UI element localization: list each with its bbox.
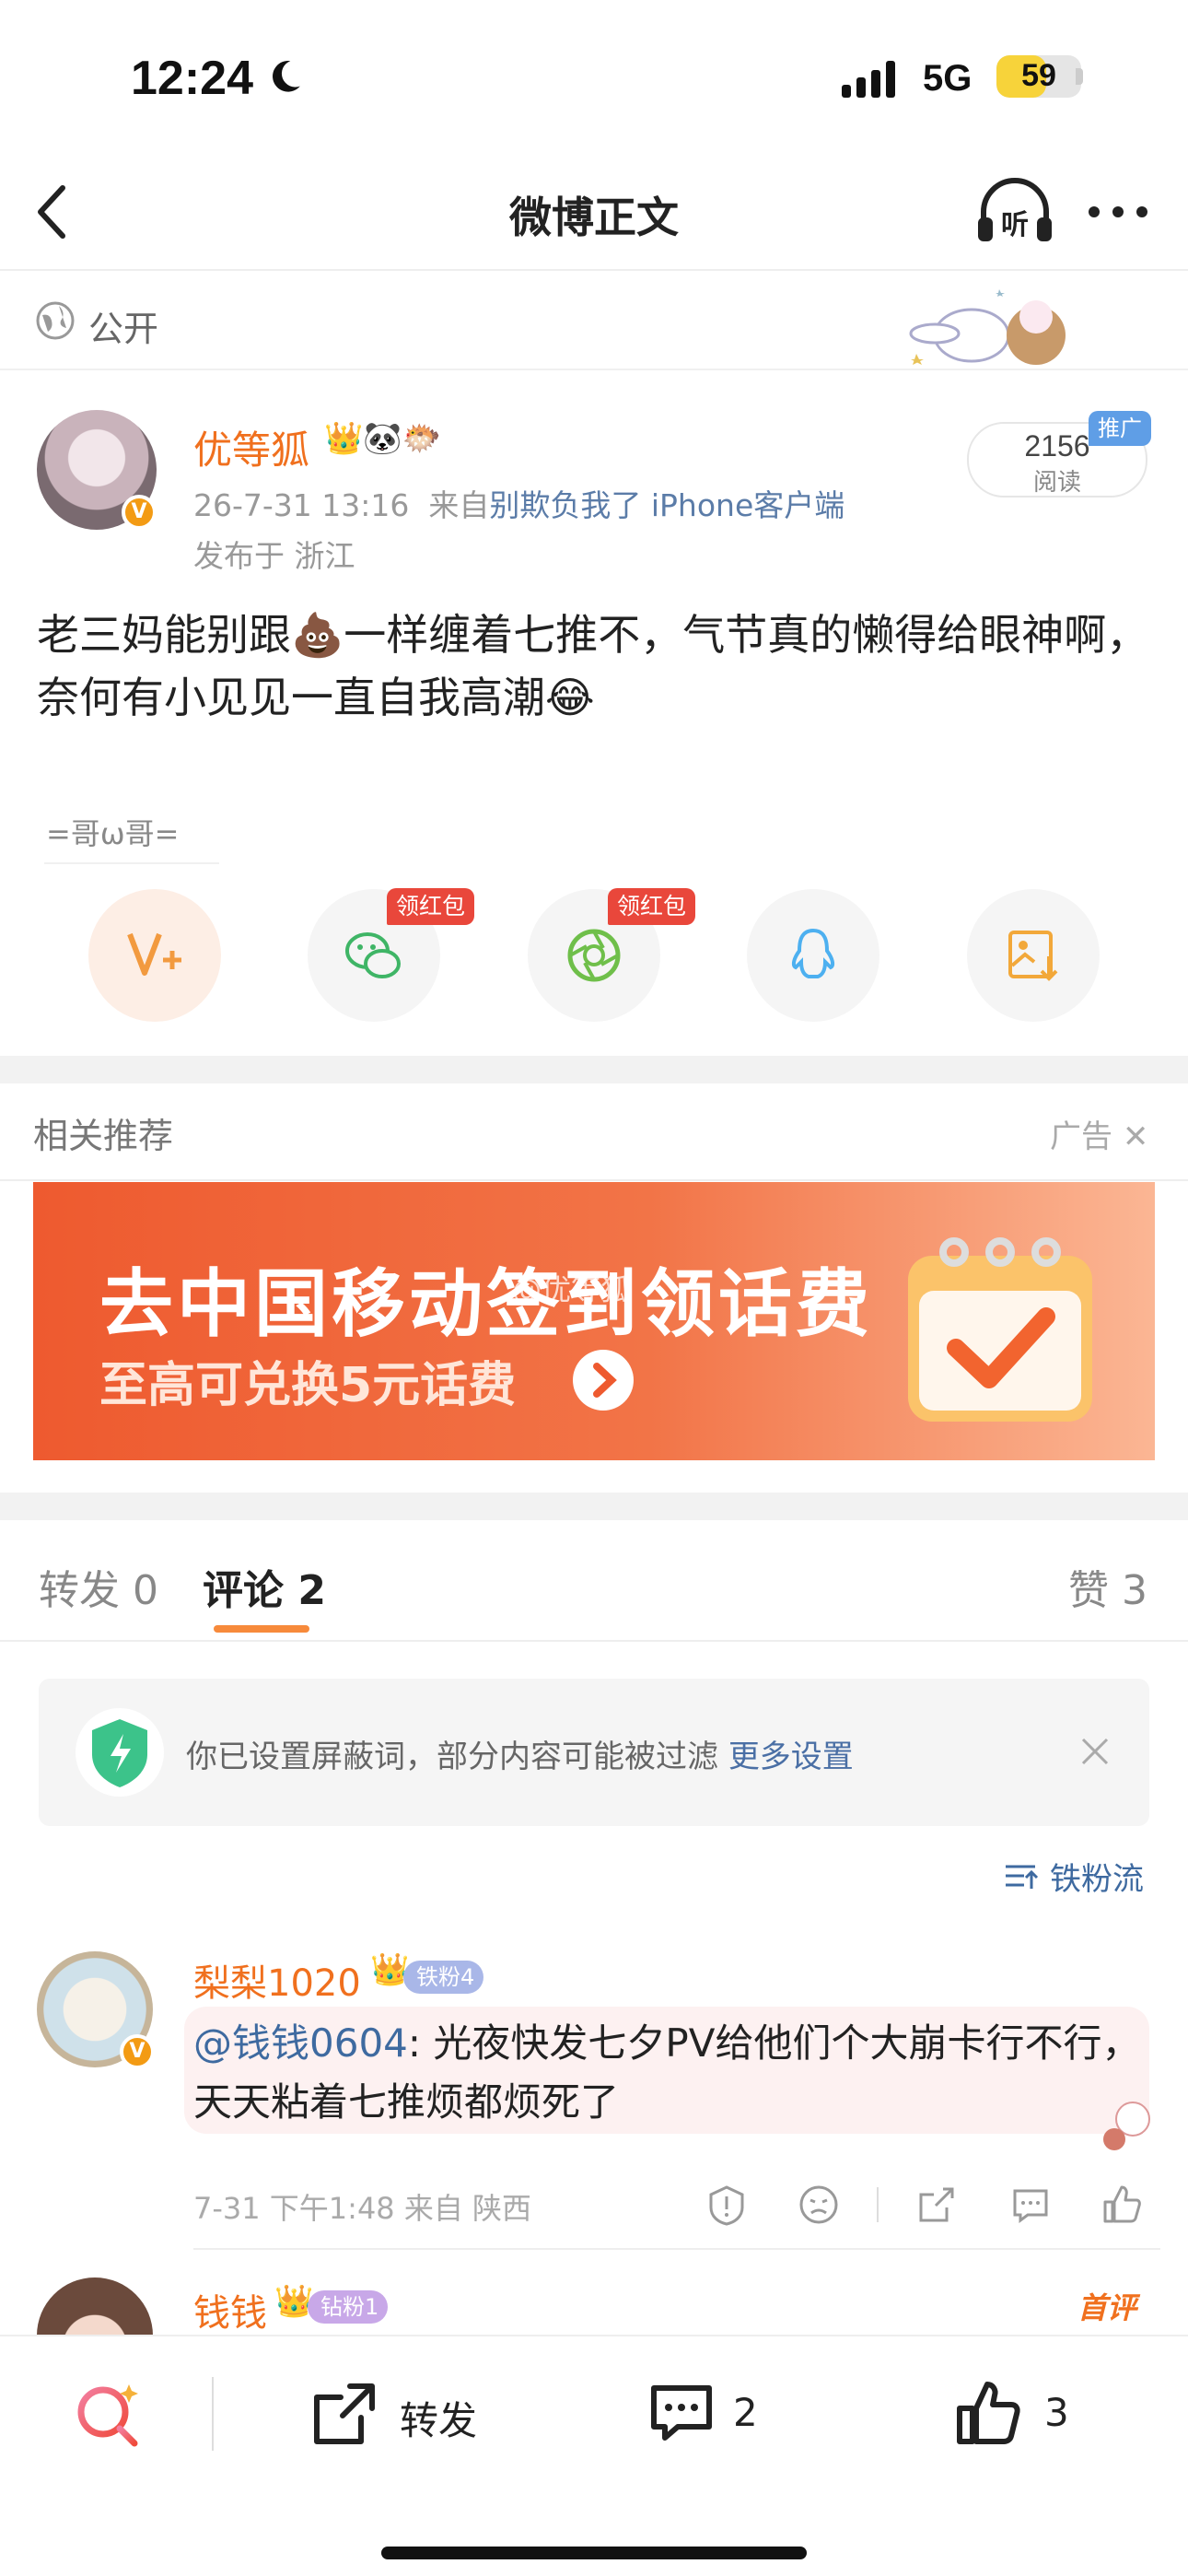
tab-likes[interactable]: 赞 3	[1068, 1557, 1147, 1616]
dislike-face-icon[interactable]	[798, 2184, 840, 2226]
banner-subtitle: 至高可兑换5元话费	[99, 1358, 517, 1413]
comment-count[interactable]: 2	[733, 2390, 758, 2435]
bottom-divider	[212, 2377, 214, 2451]
commenter-name-2[interactable]: 钱钱	[193, 2283, 267, 2336]
section-separator	[0, 1056, 1188, 1083]
filter-notice: 你已设置屏蔽词，部分内容可能被过滤 更多设置	[39, 1679, 1149, 1826]
post-location: 发布于 浙江	[193, 538, 355, 574]
user-badges: 👑🐼🐡	[324, 420, 441, 457]
repost-label[interactable]: 转发	[400, 2390, 477, 2446]
verified-badge-icon: V	[120, 2034, 155, 2069]
post-meta: 26-7-31 13:16 来自别欺负我了 iPhone客户端	[193, 481, 844, 525]
tab-reposts[interactable]: 转发 0	[39, 1557, 158, 1616]
visibility-label: 公开	[88, 309, 159, 349]
weibo-v-plus-icon	[127, 932, 181, 976]
emoticon-divider	[44, 862, 219, 864]
bottom-action-bar: 转发 2 3	[0, 2335, 1188, 2576]
listen-label: 听	[1001, 209, 1029, 241]
promote-badge[interactable]: 推广	[1089, 411, 1151, 446]
fish-badge-icon: 🐡	[402, 420, 442, 457]
bubble-sticker-icon	[1103, 2102, 1150, 2150]
banner-title: 去中国移动签到领话费	[99, 1261, 873, 1347]
related-title: 相关推荐	[33, 1116, 174, 1156]
signal-icon	[842, 61, 895, 98]
calendar-check-icon	[908, 1237, 1092, 1422]
panda-badge-icon: 🐼	[363, 420, 402, 457]
fan-level-badge: 铁粉4	[403, 1961, 484, 1994]
crown-badge-icon: 👑	[324, 420, 364, 457]
comment-divider	[193, 2248, 1160, 2250]
post-source[interactable]: 别欺负我了 iPhone客户端	[489, 487, 844, 523]
image-download-icon	[1008, 931, 1058, 981]
redpack-badge: 领红包	[387, 888, 475, 925]
action-divider	[877, 2187, 879, 2222]
thumbs-up-icon[interactable]	[954, 2379, 1024, 2449]
interaction-tabs: 转发 0 评论 2 赞 3	[0, 1522, 1188, 1642]
comment-meta: 7-31 下午1:48 来自 陕西	[193, 2191, 532, 2226]
comment-bubble-icon[interactable]	[646, 2379, 716, 2449]
ad-banner[interactable]: 去中国移动签到领话费 至高可兑换5元话费 @优等狐	[33, 1182, 1155, 1460]
moon-icon	[273, 61, 300, 92]
first-comment-badge: 首评	[1077, 2290, 1137, 2325]
post-datetime: 26-7-31 13:16	[193, 487, 410, 523]
close-icon[interactable]: ✕	[1123, 1118, 1149, 1155]
share-qq-button[interactable]	[747, 889, 879, 1022]
commenter-name[interactable]: 梨梨1020	[193, 1953, 361, 2007]
like-icon[interactable]	[1101, 2184, 1144, 2226]
banner-arrow-icon	[573, 1350, 634, 1411]
battery-indicator: 59	[996, 55, 1081, 98]
wechat-moments-icon	[567, 929, 621, 982]
more-settings-link[interactable]: 更多设置	[728, 1739, 854, 1775]
visibility-bar: 公开	[0, 273, 1188, 370]
home-indicator	[381, 2547, 807, 2559]
fan-level-badge-2: 钻粉1	[308, 2290, 389, 2324]
from-prefix: 来自	[428, 487, 490, 523]
author-name[interactable]: 优等狐	[193, 419, 309, 475]
banner-watermark: @优等狐	[512, 1272, 631, 1307]
related-divider	[0, 1179, 1188, 1181]
wechat-icon	[345, 932, 401, 978]
notice-message: 你已设置屏蔽词，部分内容可能被过滤	[186, 1739, 718, 1775]
close-icon[interactable]	[1076, 1732, 1114, 1771]
share-weibo-button[interactable]	[88, 889, 221, 1022]
ad-label: 广告	[1050, 1118, 1112, 1155]
active-tab-underline	[214, 1625, 309, 1633]
mention-link[interactable]: @钱钱0604	[193, 2020, 408, 2066]
shield-icon	[76, 1708, 164, 1797]
headphones-listen-icon[interactable]: 听	[974, 175, 1055, 249]
read-label: 阅读	[1032, 469, 1081, 497]
report-icon[interactable]	[705, 2184, 748, 2226]
like-count[interactable]: 3	[1044, 2390, 1069, 2435]
battery-nub	[1076, 68, 1083, 85]
verified-badge-icon: V	[122, 495, 157, 530]
battery-percent: 59	[1021, 58, 1056, 93]
more-options-icon[interactable]	[1085, 193, 1151, 230]
emoticon-tag: =哥ω哥=	[46, 816, 180, 851]
cinnamoroll-sticker-icon	[909, 289, 1066, 365]
comment-icon[interactable]	[1009, 2184, 1052, 2226]
notice-text: 你已设置屏蔽词，部分内容可能被过滤 更多设置	[186, 1731, 854, 1776]
sort-icon	[1006, 1865, 1039, 1889]
post-content: 老三妈能别跟💩一样缠着七推不，气节真的懒得给眼神啊，奈何有小见见一直自我高潮😂	[37, 610, 1149, 722]
repost-icon[interactable]	[309, 2379, 379, 2449]
tab-comments[interactable]: 评论 2	[203, 1557, 326, 1616]
crown-badge-icon: 👑	[370, 1951, 410, 1988]
status-time: 12:24	[131, 52, 253, 105]
ad-close[interactable]: 广告 ✕	[1050, 1111, 1148, 1156]
redpack-badge-2: 领红包	[608, 888, 696, 925]
ai-search-icon[interactable]	[72, 2377, 146, 2451]
globe-icon	[36, 301, 75, 340]
status-bar: 12:24 5G 59	[0, 0, 1188, 157]
sort-mode-button[interactable]: 铁粉流	[1050, 1854, 1144, 1899]
network-type: 5G	[923, 58, 973, 99]
section-separator-2	[0, 1493, 1188, 1520]
top-nav: 微博正文 听	[0, 157, 1188, 271]
share-icon[interactable]	[915, 2184, 958, 2226]
comment-text: @钱钱0604: 光夜快发七夕PV给他们个大崩卡行不行，天天粘着七推烦都烦死了	[193, 2014, 1151, 2132]
save-image-button[interactable]	[967, 889, 1100, 1022]
qq-penguin-icon	[791, 928, 835, 978]
